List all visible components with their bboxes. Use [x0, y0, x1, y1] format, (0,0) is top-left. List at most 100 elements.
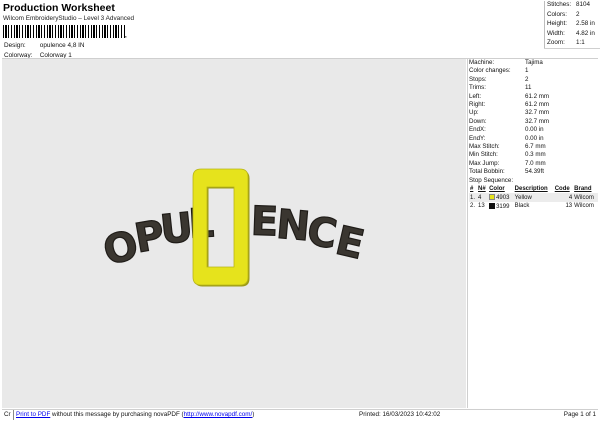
stat-label: Height: [547, 20, 567, 27]
machine-info-value: 54.39ft [525, 168, 544, 176]
machine-info-value: 32.7 mm [525, 109, 550, 117]
swatch-yellow [489, 194, 496, 201]
design-value: opulence 4,8 IN [39, 42, 85, 49]
machine-info-row: Trims: 11 [469, 84, 598, 92]
machine-info-label: EndX: [469, 126, 486, 134]
machine-info-value: 0.3 mm [525, 151, 546, 159]
printed-timestamp: Printed: 16/03/2023 10:42:02 [359, 411, 441, 418]
color-code: 4903 [496, 195, 510, 202]
machine-info-label: Min Stitch: [469, 151, 498, 159]
machine-info-row: Max Stitch: 6.7 mm [469, 143, 598, 151]
stat-label: Width: [547, 29, 565, 37]
machine-info-label: Color changes: [469, 67, 511, 75]
machine-info-list: Machine: Tajima Color changes: 1 Stops: 2 Trim… [469, 59, 598, 176]
col-color: Color [489, 186, 505, 193]
color-code: 3199 [496, 203, 510, 210]
machine-info-value: 0.00 in [525, 134, 544, 142]
big-letter-fill [192, 168, 249, 286]
row-n: 13 [478, 203, 485, 210]
machine-info-row: Color changes: 1 [469, 67, 598, 75]
big-letter-o [192, 168, 250, 287]
machine-info-value: 1 [525, 67, 529, 75]
stat-label: Colors: [547, 10, 567, 18]
summary-stats: Stitches: 8104 Colors: 2 Height: 2.58 in Wi… [544, 1, 600, 49]
machine-info-value: 2 [525, 75, 529, 83]
machine-info-row: Down: 32.7 mm [469, 118, 598, 126]
row-brand: Wilcom [573, 193, 598, 202]
footer-message: Print to PDF without this message by pur… [16, 411, 254, 418]
stat-row: Stitches: 8104 [545, 1, 600, 11]
col-num: # [470, 186, 474, 193]
machine-info-label: Max Stitch: [469, 142, 500, 150]
machine-info-row: EndY: 0.00 in [469, 135, 598, 143]
divider [467, 59, 468, 408]
machine-info-row: Total Bobbin: 54.39ft [469, 168, 598, 176]
machine-info-label: Down: [469, 117, 487, 125]
stat-row: Width: 4.82 in [545, 30, 600, 40]
footer: Cr Print to PDF without this message by … [2, 410, 598, 421]
embroidery-artwork: OPULENCE [98, 168, 369, 287]
stat-value: 1:1 [576, 39, 585, 46]
divider [544, 48, 600, 49]
row-code: 13 [565, 203, 573, 210]
machine-info-label: EndY: [469, 134, 486, 142]
page-title: Production Worksheet [3, 2, 115, 14]
machine-info-value: 11 [525, 84, 532, 92]
machine-info-label: Total Bobbin: [469, 168, 505, 176]
table-row: 2. 13 3199 Black 13 Wilcom [469, 202, 598, 211]
row-code: 4 [553, 193, 574, 202]
footer-end-text: ) [252, 411, 255, 418]
design-preview: OPULENCE [2, 59, 466, 408]
row-n: 4 [477, 193, 489, 202]
col-code: Code [554, 186, 570, 193]
col-description: Description [514, 186, 548, 193]
footer-divider [13, 410, 14, 420]
stop-sequence-table: # N# Color Description Code Brand 1. 4 4… [469, 185, 598, 210]
design-info: Design: opulence 4,8 IN [4, 42, 85, 49]
col-brand: Brand [574, 186, 592, 193]
software-subtitle: Wilcom EmbroideryStudio – Level 3 Advanc… [3, 15, 135, 22]
machine-info-label: Max Jump: [469, 159, 500, 167]
stat-row: Height: 2.58 in [545, 20, 600, 30]
footer-middle-text: without this message by purchasing novaP… [50, 411, 184, 418]
row-color: 4903 [488, 193, 514, 202]
machine-info-row: EndX: 0.00 in [469, 126, 598, 134]
stat-row: Colors: 2 [545, 11, 600, 21]
stat-value: 2.58 in [576, 20, 595, 27]
machine-info-label: Right: [469, 100, 486, 108]
machine-info-value: 7.0 mm [525, 159, 546, 167]
machine-info-row: Left: 61.2 mm [469, 93, 598, 101]
stat-label: Zoom: [547, 39, 565, 46]
machine-info-value: 32.7 mm [525, 117, 550, 125]
page-number: Page 1 of 1 [563, 411, 596, 418]
stat-value: 4.82 in [576, 29, 595, 37]
col-n: N# [478, 186, 486, 193]
machine-info-value: 61.2 mm [525, 92, 550, 100]
stat-value: 8104 [576, 1, 591, 8]
row-desc: Yellow [513, 193, 554, 202]
machine-info-label: Stops: [469, 75, 487, 83]
machine-info-row: Max Jump: 7.0 mm [469, 160, 598, 168]
novapdf-link[interactable]: http://www.novapdf.com/ [184, 411, 253, 418]
swatch-black [489, 202, 496, 209]
stat-label: Stitches: [547, 1, 572, 8]
stop-sequence-title: Stop Sequence: [469, 177, 514, 185]
machine-info-row: Machine: Tajima [469, 59, 598, 67]
machine-info-value: 0.00 in [525, 126, 544, 134]
machine-info-label: Up: [469, 109, 479, 117]
machine-info-value: Tajima [525, 59, 543, 66]
machine-info-label: Left: [469, 92, 482, 100]
machine-info-row: Up: 32.7 mm [469, 109, 598, 117]
machine-info-row: Right: 61.2 mm [469, 101, 598, 109]
barcode [3, 25, 125, 38]
machine-info-value: 6.7 mm [525, 142, 546, 150]
table-header-row: # N# Color Description Code Brand [469, 185, 598, 193]
machine-info-panel: Machine: Tajima Color changes: 1 Stops: 2 Trim… [469, 59, 598, 210]
table-row: 1. 4 4903 Yellow 4 Wilcom [469, 193, 598, 202]
footer-cr: Cr [4, 411, 11, 418]
row-num: 1. [469, 193, 478, 202]
machine-info-label: Trims: [469, 84, 486, 92]
barcode-mark: , [125, 33, 127, 39]
stat-value: 2 [576, 10, 580, 18]
print-to-pdf-link[interactable]: Print to PDF [16, 411, 50, 418]
